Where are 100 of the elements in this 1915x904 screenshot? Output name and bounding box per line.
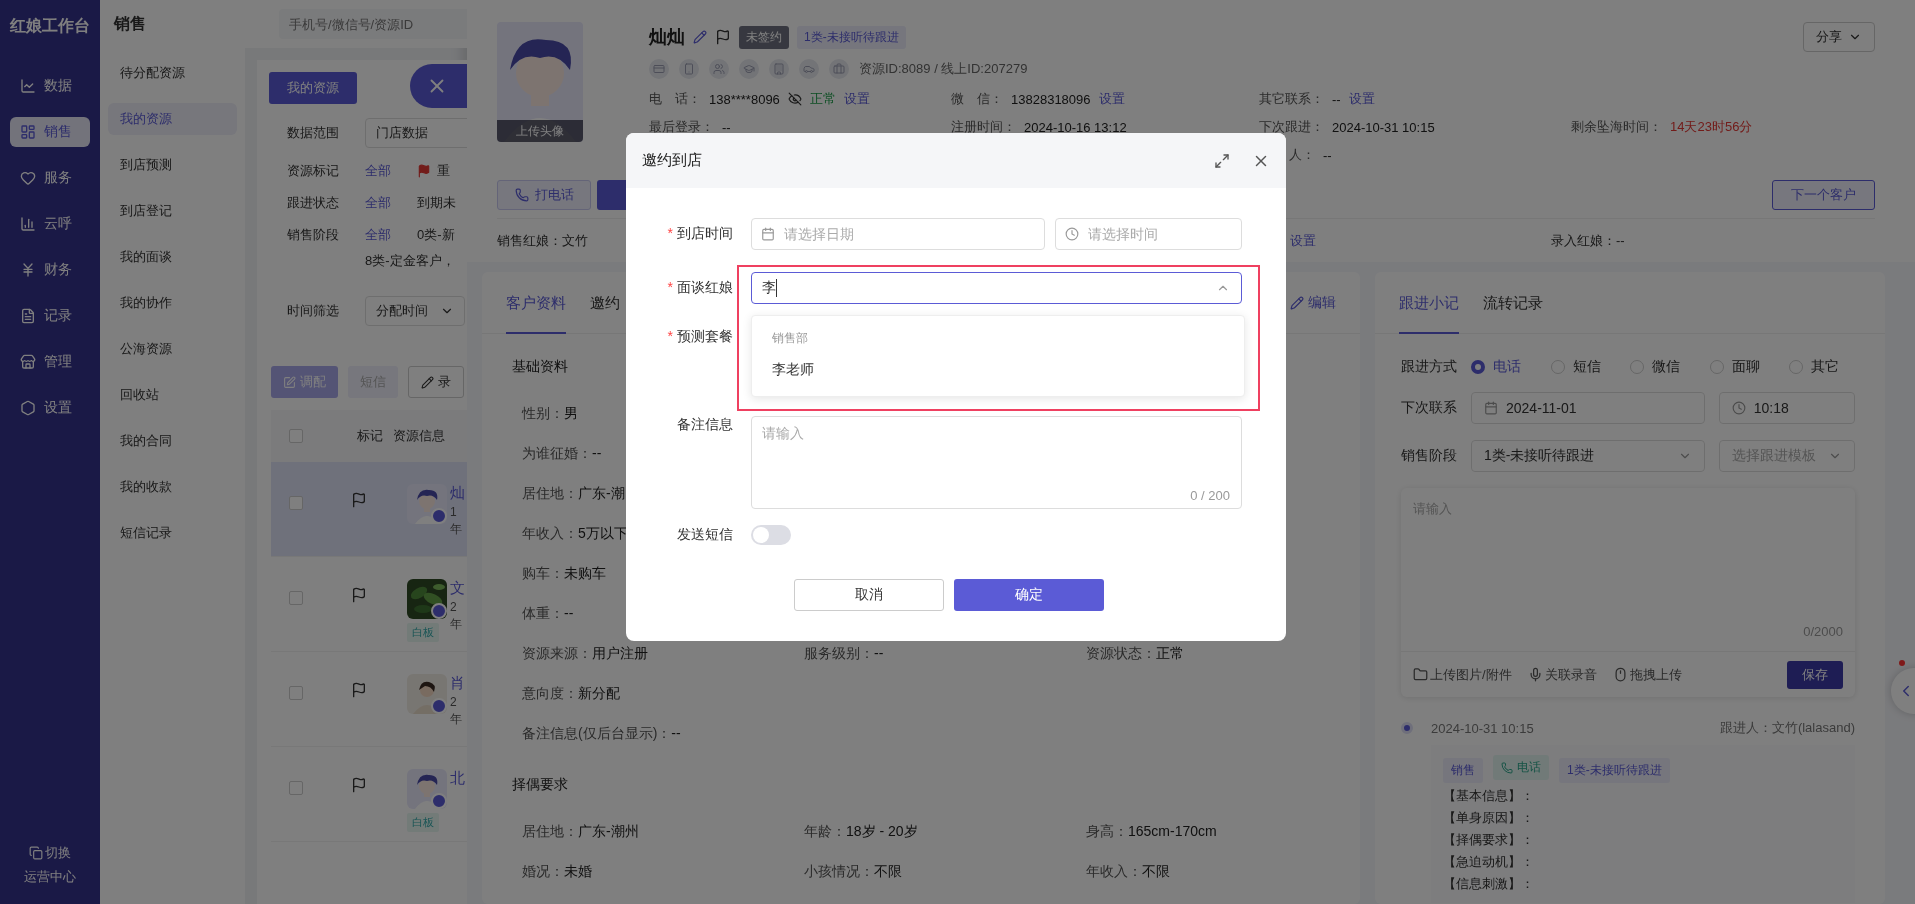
pencil-icon[interactable] — [693, 30, 707, 44]
time-field[interactable]: 10:18 — [1718, 392, 1855, 424]
subnav-item[interactable]: 公海资源 — [108, 333, 237, 365]
date-field[interactable]: 请选择日期 — [751, 218, 1045, 250]
dropdown-option[interactable]: 李老师 — [772, 352, 1224, 386]
flag-icon[interactable] — [351, 777, 367, 793]
tab[interactable]: 邀约 — [590, 272, 620, 334]
profile-field: 年收入：5万以下 — [522, 525, 628, 543]
settings-link[interactable]: 设置 — [843, 90, 870, 108]
tab[interactable]: 客户资料 — [506, 272, 566, 334]
field-label: * 到店时间 — [667, 225, 733, 243]
customer-name[interactable]: 北 — [450, 769, 465, 788]
nav-item[interactable]: 财务 — [10, 255, 90, 285]
nav-item[interactable]: 管理 — [10, 347, 90, 377]
nav-item[interactable]: 设置 — [10, 393, 90, 423]
status-tag: 白板 — [407, 813, 439, 832]
flag-icon[interactable] — [715, 29, 731, 45]
checkbox[interactable] — [289, 496, 303, 510]
filter-option[interactable]: 8类-定金客户， — [365, 252, 455, 270]
action-button[interactable]: 录 — [408, 366, 464, 398]
nav-item[interactable]: 记录 — [10, 301, 90, 331]
row-text: 年 — [450, 711, 462, 728]
my-resources-tab[interactable]: 我的资源 — [269, 72, 357, 104]
checkbox[interactable] — [289, 591, 303, 605]
customer-name[interactable]: 肖 — [450, 674, 465, 693]
subnav-item[interactable]: 我的资源 — [108, 103, 237, 135]
filter-option[interactable]: 全部 — [365, 162, 391, 180]
flag-icon[interactable] — [351, 682, 367, 698]
settings-link[interactable]: 设置 — [1348, 90, 1375, 108]
matchmaker-select[interactable]: 李 — [751, 272, 1242, 304]
subnav-item[interactable]: 我的面谈 — [108, 241, 237, 273]
share-button[interactable]: 分享 — [1803, 22, 1875, 52]
subnav-item[interactable]: 短信记录 — [108, 517, 237, 549]
checkbox[interactable] — [289, 686, 303, 700]
nav-item[interactable]: 云呼 — [10, 209, 90, 239]
info-label: 下次跟进： — [1259, 118, 1324, 136]
filter-option[interactable]: 全部 — [365, 194, 391, 212]
tab[interactable]: 流转记录 — [1483, 272, 1543, 334]
section-title: 销售 — [112, 14, 147, 34]
radio-option[interactable]: 面聊 — [1709, 358, 1776, 376]
toolbar-button[interactable]: 关联录音 — [1527, 665, 1597, 684]
info-label: 最后登录： — [649, 118, 714, 136]
flag-icon[interactable] — [351, 492, 367, 508]
nav-item[interactable]: 销售 — [10, 117, 90, 147]
tab[interactable]: 跟进小记 — [1399, 272, 1459, 334]
checkbox[interactable] — [289, 781, 303, 795]
subnav-item[interactable]: 我的收款 — [108, 471, 237, 503]
subnav-item[interactable]: 我的合同 — [108, 425, 237, 457]
radio-option[interactable]: 短信 — [1550, 358, 1617, 376]
filter-option[interactable]: 到期未 — [417, 194, 456, 212]
stage-select[interactable]: 1类-未接听待跟进 — [1471, 440, 1705, 472]
call-button[interactable]: 打电话 — [497, 180, 591, 210]
subnav-item[interactable]: 待分配资源 — [108, 57, 237, 89]
nav-item[interactable]: 数据 — [10, 71, 90, 101]
filter-select[interactable]: 分配时间 — [365, 296, 465, 326]
checkbox[interactable] — [289, 429, 303, 443]
sms-toggle[interactable] — [751, 525, 791, 545]
profile-field: 购车：未购车 — [522, 565, 606, 583]
radio-option[interactable]: 电话 — [1471, 358, 1537, 376]
save-button[interactable]: 保存 — [1787, 660, 1843, 689]
switch-link[interactable]: 切换 — [29, 844, 71, 862]
time-field[interactable]: 请选择时间 — [1055, 218, 1242, 250]
customer-name[interactable]: 文 — [450, 579, 465, 598]
settings-link[interactable]: 设置 — [1290, 231, 1316, 250]
column-header: 资源信息 — [393, 427, 445, 445]
filter-option[interactable]: 0类-新 — [417, 226, 455, 244]
flag-icon[interactable] — [351, 587, 367, 603]
row-text: 年 — [450, 616, 462, 633]
eye-off-icon[interactable] — [787, 92, 802, 106]
phone-icon — [514, 188, 529, 202]
heart-icon — [20, 170, 36, 186]
toolbar-button[interactable]: 上传图片/附件 — [1413, 665, 1512, 684]
profile-field: 资源来源：用户注册 — [522, 645, 648, 663]
bar-chart-icon — [20, 216, 36, 232]
edit-link[interactable]: 编辑 — [1290, 293, 1336, 312]
expand-icon[interactable] — [1214, 152, 1230, 169]
search-field[interactable]: 手机号/微信号/资源ID — [279, 9, 467, 39]
nav-item[interactable]: 服务 — [10, 163, 90, 193]
date-field[interactable]: 2024-11-01 — [1471, 392, 1705, 424]
subnav-item[interactable]: 我的协作 — [108, 287, 237, 319]
table-row[interactable]: 灿 1 年 — [271, 462, 467, 557]
subnav-item[interactable]: 回收站 — [108, 379, 237, 411]
clock-icon — [1065, 227, 1079, 241]
profile-field: 婚况：未婚 — [522, 863, 592, 881]
customer-name[interactable]: 灿 — [450, 484, 465, 503]
mouse-icon — [1612, 667, 1628, 682]
subnav-item[interactable]: 到店预测 — [108, 149, 237, 181]
toolbar-button[interactable]: 拖拽上传 — [1612, 665, 1682, 684]
subnav-item[interactable]: 到店登记 — [108, 195, 237, 227]
radio-option[interactable]: 其它 — [1789, 358, 1855, 376]
filter-option[interactable]: 全部 — [365, 226, 391, 244]
pencil-icon — [1290, 295, 1304, 310]
cancel-button[interactable]: 取消 — [794, 579, 944, 611]
confirm-button[interactable]: 确定 — [954, 579, 1104, 611]
settings-link[interactable]: 设置 — [1098, 90, 1125, 108]
filter-option[interactable]: 重 — [417, 162, 450, 180]
profile-field: 身高：165cm-170cm — [1086, 823, 1217, 841]
profile-field: 居住地：广东-潮州 — [522, 823, 639, 841]
row-text: 2 — [450, 695, 457, 709]
radio-option[interactable]: 微信 — [1630, 358, 1696, 376]
